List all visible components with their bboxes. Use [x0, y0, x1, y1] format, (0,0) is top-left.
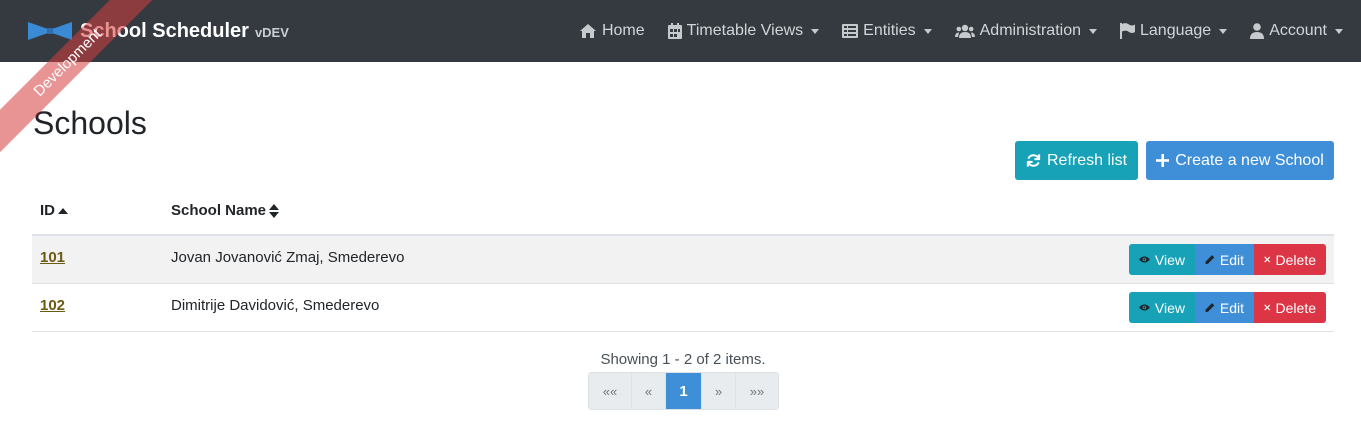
school-name: Jovan Jovanović Zmaj, Smederevo	[171, 249, 405, 266]
page-next-button[interactable]: »	[702, 373, 736, 409]
edit-button[interactable]: Edit	[1195, 244, 1254, 275]
nav-language-label: Language	[1140, 22, 1212, 39]
items-summary: Showing 1 - 2 of 2 items.	[600, 351, 766, 368]
plus-icon	[1156, 154, 1170, 167]
nav-entities-label: Entities	[863, 22, 916, 39]
delete-button[interactable]: Delete	[1254, 244, 1326, 275]
view-button[interactable]: View	[1129, 244, 1195, 275]
column-header-school-name-label: School Name	[171, 202, 267, 219]
nav-administration[interactable]: Administration	[954, 22, 1097, 40]
column-header-school-name[interactable]: School Name	[171, 202, 280, 219]
create-school-button[interactable]: Create a new School	[1146, 141, 1334, 180]
create-school-label: Create a new School	[1175, 151, 1324, 169]
chevron-down-icon	[811, 28, 820, 34]
logo-icon	[28, 22, 72, 40]
page-last-button[interactable]: »»	[736, 373, 778, 409]
school-id-link[interactable]: 101	[40, 249, 65, 266]
nav-home-label: Home	[601, 22, 645, 39]
nav-entities[interactable]: Entities	[842, 22, 932, 40]
nav-administration-label: Administration	[979, 22, 1081, 39]
page-title: Schools	[33, 105, 147, 141]
chevron-down-icon	[1335, 28, 1343, 34]
brand[interactable]: School Scheduler vDEV	[28, 14, 289, 48]
column-header-id-label: ID	[40, 202, 55, 219]
chevron-down-icon	[1219, 28, 1228, 34]
navbar: School Scheduler vDEV Home Timetable Vie…	[0, 0, 1361, 62]
nav-timetable-views[interactable]: Timetable Views	[667, 22, 820, 40]
row-actions: View Edit Delete	[1129, 244, 1326, 275]
delete-label: Delete	[1275, 251, 1316, 268]
app-title: School Scheduler	[80, 19, 249, 42]
home-icon	[579, 24, 596, 38]
chevron-down-icon	[923, 28, 932, 34]
delete-label: Delete	[1275, 299, 1316, 316]
school-id-link[interactable]: 102	[40, 297, 65, 314]
edit-button[interactable]: Edit	[1195, 292, 1254, 323]
nav-language[interactable]: Language	[1120, 22, 1228, 40]
nav-timetable-views-label: Timetable Views	[686, 22, 804, 39]
edit-label: Edit	[1219, 299, 1244, 316]
refresh-list-button[interactable]: Refresh list	[1015, 141, 1138, 180]
refresh-list-label: Refresh list	[1046, 151, 1128, 169]
nav-account[interactable]: Account	[1250, 22, 1343, 40]
nav-account-label: Account	[1269, 22, 1327, 39]
page-current-button[interactable]: 1	[666, 373, 702, 409]
users-icon	[954, 24, 975, 38]
page-prev-button[interactable]: «	[632, 373, 666, 409]
app-version: vDEV	[254, 24, 289, 40]
eye-icon	[1139, 256, 1150, 263]
table-row: 101 Jovan Jovanović Zmaj, Smederevo View…	[32, 236, 1334, 284]
chevron-down-icon	[1089, 28, 1097, 34]
row-actions: View Edit Delete	[1129, 292, 1326, 323]
column-header-id[interactable]: ID	[40, 202, 68, 219]
eye-icon	[1139, 304, 1150, 311]
list-icon	[842, 24, 859, 38]
pencil-icon	[1205, 303, 1215, 313]
pagination: «« « 1 » »»	[588, 372, 779, 410]
schools-table: ID School Name 101 Jovan Jovanović Zmaj,…	[32, 188, 1334, 332]
edit-label: Edit	[1219, 251, 1244, 268]
close-icon	[1264, 256, 1271, 263]
flag-icon	[1120, 23, 1135, 39]
sort-icon	[269, 203, 280, 218]
page-first-button[interactable]: ««	[589, 373, 632, 409]
pencil-icon	[1205, 255, 1215, 265]
close-icon	[1264, 304, 1271, 311]
view-label: View	[1154, 251, 1185, 268]
view-label: View	[1154, 299, 1185, 316]
school-name: Dimitrije Davidović, Smederevo	[171, 297, 380, 314]
table-header: ID School Name	[32, 188, 1334, 236]
table-row: 102 Dimitrije Davidović, Smederevo View …	[32, 284, 1334, 332]
sort-asc-icon	[58, 207, 68, 214]
refresh-icon	[1026, 154, 1041, 167]
calendar-icon	[667, 23, 682, 39]
nav-home[interactable]: Home	[579, 22, 645, 40]
view-button[interactable]: View	[1129, 292, 1195, 323]
main-nav: Home Timetable Views Entities Administra…	[556, 0, 1343, 62]
user-icon	[1250, 23, 1265, 39]
delete-button[interactable]: Delete	[1254, 292, 1326, 323]
